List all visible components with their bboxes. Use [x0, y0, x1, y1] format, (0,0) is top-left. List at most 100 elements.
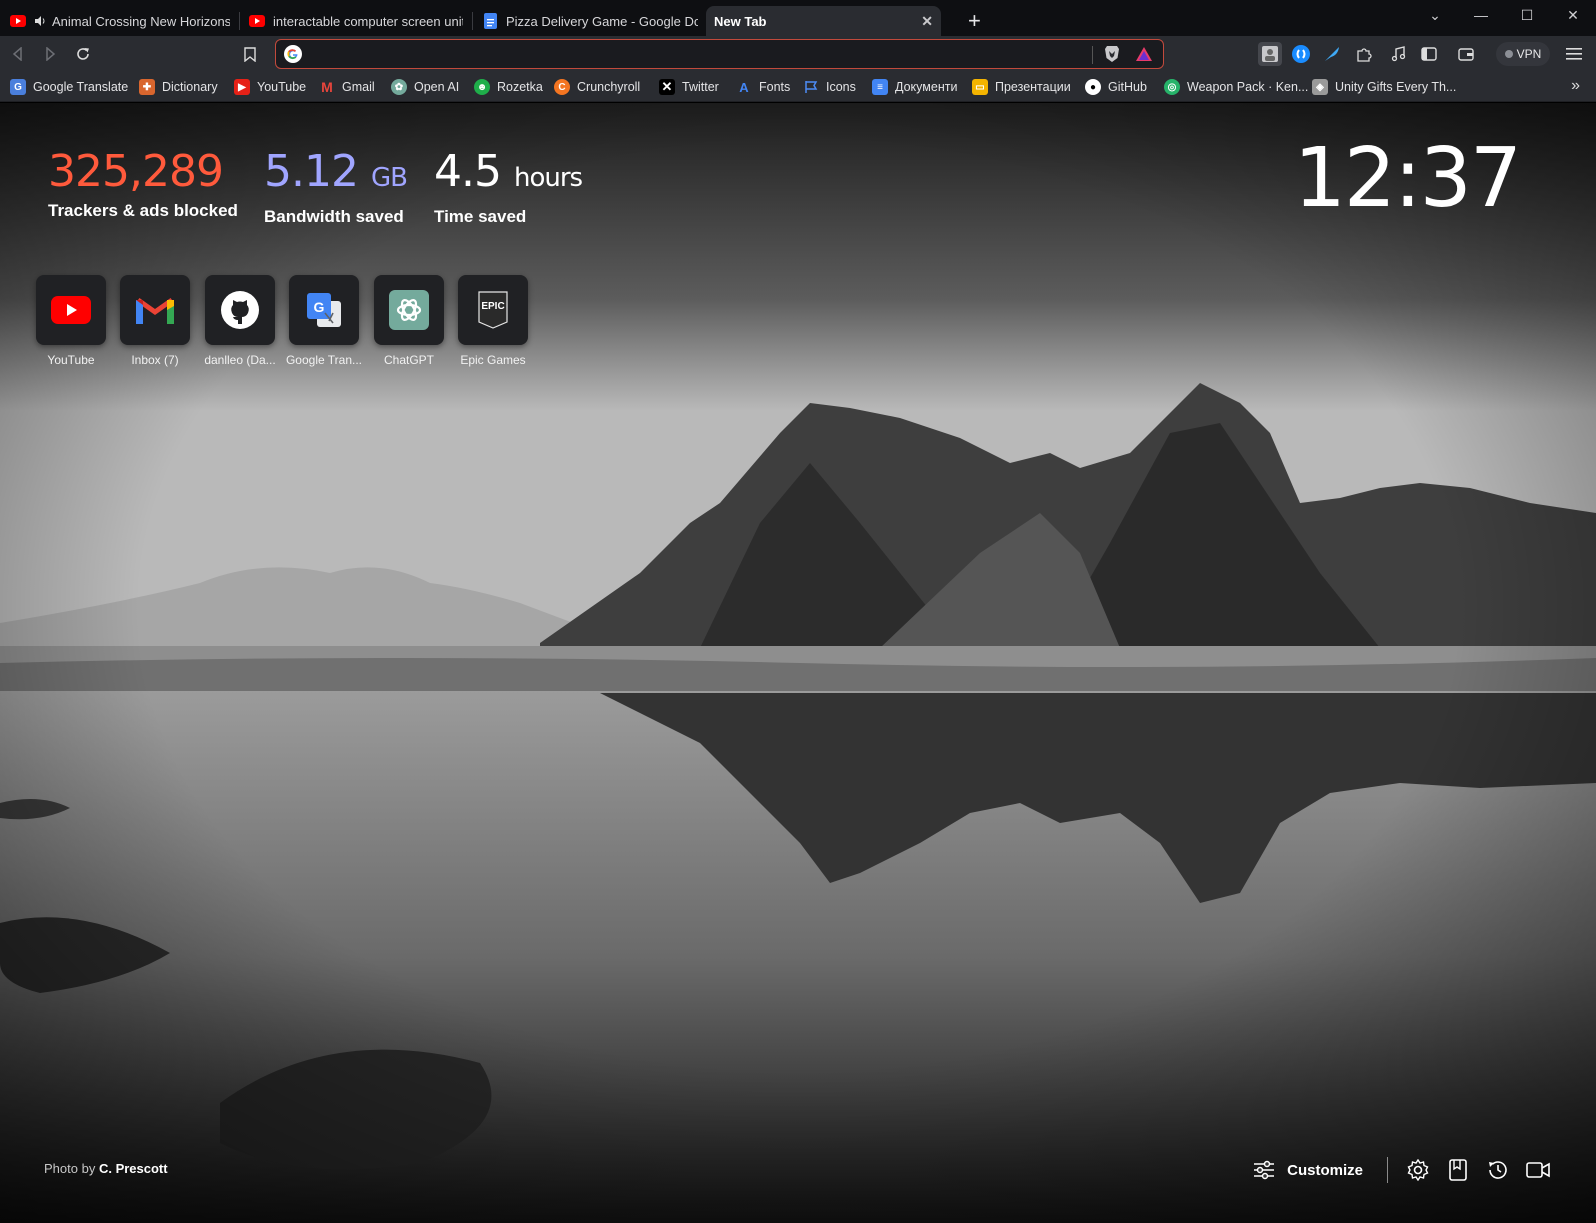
tab-pizza-delivery[interactable]: Pizza Delivery Game - Google Docs: [474, 6, 706, 36]
close-tab-icon[interactable]: ✕: [921, 13, 933, 30]
youtube-icon: ▶: [234, 79, 250, 95]
google-translate-icon: G: [289, 275, 359, 345]
flag-icon: [803, 79, 819, 95]
top-site-label: ChatGPT: [383, 353, 434, 367]
bookmark-presentations[interactable]: ▭ Презентации: [972, 77, 1071, 97]
settings-button[interactable]: [1406, 1158, 1430, 1182]
new-tab-page: 325,289 Trackers & ads blocked 5.12 GB B…: [0, 103, 1596, 1223]
google-docs-icon: [482, 13, 498, 29]
crunchyroll-icon: C: [554, 79, 570, 95]
bookmark-label: Open AI: [414, 80, 460, 94]
shazam-extension-button[interactable]: [1291, 44, 1311, 64]
forward-button[interactable]: [40, 44, 60, 64]
bookmark-button[interactable]: [240, 44, 260, 64]
address-bar[interactable]: [275, 39, 1164, 69]
bookmark-label: YouTube: [257, 80, 307, 94]
address-input[interactable]: [310, 44, 1060, 64]
wallet-button[interactable]: [1456, 44, 1476, 64]
sidebar-icon: [1421, 47, 1437, 61]
top-site-label: Inbox (7): [131, 353, 179, 367]
bookmark-twitter[interactable]: ✕ Twitter: [659, 77, 719, 97]
bandwidth-stat: 5.12 GB Bandwidth saved: [264, 146, 408, 227]
bookmark-dictionary[interactable]: ✚ Dictionary: [139, 77, 218, 97]
vpn-status-icon: [1504, 50, 1513, 58]
circle-icon: ◎: [1164, 79, 1180, 95]
tab-animal-crossing[interactable]: Animal Crossing New Horizons Mu: [2, 6, 238, 36]
vpn-button[interactable]: VPN: [1496, 42, 1550, 66]
toolbar: VPN: [0, 36, 1596, 72]
unity-icon: ◈: [1312, 79, 1328, 95]
bookmark-label: Unity Gifts Every Th...: [1335, 80, 1457, 94]
video-call-button[interactable]: [1526, 1158, 1550, 1182]
bookmark-unity-gifts[interactable]: ◈ Unity Gifts Every Th...: [1312, 77, 1456, 97]
new-tab-button[interactable]: +: [968, 8, 981, 34]
top-site-label: danlleo (Da...: [204, 353, 276, 367]
reload-button[interactable]: [73, 44, 93, 64]
google-translate-icon: G: [10, 79, 26, 95]
top-site-google-translate[interactable]: G Google Tran...: [281, 275, 367, 367]
bookmark-label: Icons: [826, 80, 856, 94]
bookmark-documents[interactable]: ≡ Документи: [872, 77, 957, 97]
minimize-button[interactable]: —: [1466, 4, 1496, 26]
close-window-button[interactable]: ✕: [1558, 4, 1588, 26]
google-slides-icon: ▭: [972, 79, 988, 95]
time-unit: hours: [513, 163, 583, 193]
brave-rewards-button[interactable]: [1134, 44, 1154, 64]
footer-divider: [1387, 1157, 1388, 1183]
tab-title: Pizza Delivery Game - Google Docs: [506, 13, 698, 29]
maximize-button[interactable]: ☐: [1512, 4, 1542, 26]
extensions-button[interactable]: [1354, 44, 1374, 64]
time-stat: 4.5 hours Time saved: [434, 146, 583, 227]
shazam-icon: [1292, 45, 1310, 63]
profile-extension-icon: [1262, 46, 1278, 62]
brave-lion-icon: [1105, 46, 1119, 62]
top-site-inbox[interactable]: Inbox (7): [112, 275, 198, 367]
bookmark-label: Crunchyroll: [577, 80, 641, 94]
top-site-epic-games[interactable]: EPIC Epic Games: [450, 275, 536, 367]
bookmark-youtube[interactable]: ▶ YouTube: [234, 77, 306, 97]
media-button[interactable]: [1388, 44, 1408, 64]
top-site-youtube[interactable]: YouTube: [28, 275, 114, 367]
tab-interactable-screen[interactable]: interactable computer screen unity - Y: [241, 6, 471, 36]
history-button[interactable]: [1486, 1158, 1510, 1182]
epic-games-icon: EPIC: [458, 275, 528, 345]
time-label: Time saved: [434, 207, 527, 226]
sidebar-button[interactable]: [1419, 44, 1439, 64]
bookmark-weapon-pack[interactable]: ◎ Weapon Pack · Ken...: [1164, 77, 1308, 97]
feather-icon: [1325, 47, 1339, 61]
bookmarks-manager-button[interactable]: [1446, 1158, 1470, 1182]
bookmark-icon: [244, 46, 256, 62]
github-icon: ●: [1085, 79, 1101, 95]
bookmark-icons[interactable]: Icons: [803, 77, 856, 97]
speaker-icon[interactable]: [34, 13, 46, 29]
trackers-value: 325,289: [48, 146, 224, 197]
bookmark-open-ai[interactable]: ✿ Open AI: [391, 77, 459, 97]
gmail-icon: [120, 275, 190, 345]
vpn-label: VPN: [1516, 47, 1542, 61]
menu-button[interactable]: [1564, 44, 1584, 64]
x-icon: ✕: [659, 79, 675, 95]
bookmark-crunchyroll[interactable]: C Crunchyroll: [554, 77, 640, 97]
bookmark-rozetka[interactable]: ☻ Rozetka: [474, 77, 543, 97]
back-button[interactable]: [8, 44, 28, 64]
feather-extension-button[interactable]: [1322, 44, 1342, 64]
rozetka-icon: ☻: [474, 79, 490, 95]
customize-button[interactable]: Customize: [1253, 1160, 1363, 1180]
top-site-chatgpt[interactable]: ChatGPT: [366, 275, 452, 367]
bookmark-google-translate[interactable]: G Google Translate: [10, 77, 128, 97]
bookmarks-overflow-button[interactable]: »: [1571, 77, 1580, 95]
bookmark-github[interactable]: ● GitHub: [1085, 77, 1147, 97]
tab-new-tab[interactable]: New Tab ✕: [706, 6, 941, 36]
bookmark-fonts[interactable]: A Fonts: [736, 77, 790, 97]
bookmark-gmail[interactable]: M Gmail: [319, 77, 375, 97]
photo-credit[interactable]: Photo by C. Prescott: [44, 1161, 168, 1176]
customize-label: Customize: [1287, 1161, 1363, 1179]
top-site-github[interactable]: danlleo (Da...: [197, 275, 283, 367]
bookmark-label: Презентации: [995, 80, 1071, 94]
bookmark-label: Документи: [895, 80, 958, 94]
svg-text:G: G: [314, 299, 325, 315]
profile-extension-button[interactable]: [1258, 42, 1282, 66]
tab-search-button[interactable]: ⌄: [1420, 4, 1450, 26]
brave-shields-button[interactable]: [1102, 44, 1122, 64]
tab-separator: [472, 12, 473, 30]
